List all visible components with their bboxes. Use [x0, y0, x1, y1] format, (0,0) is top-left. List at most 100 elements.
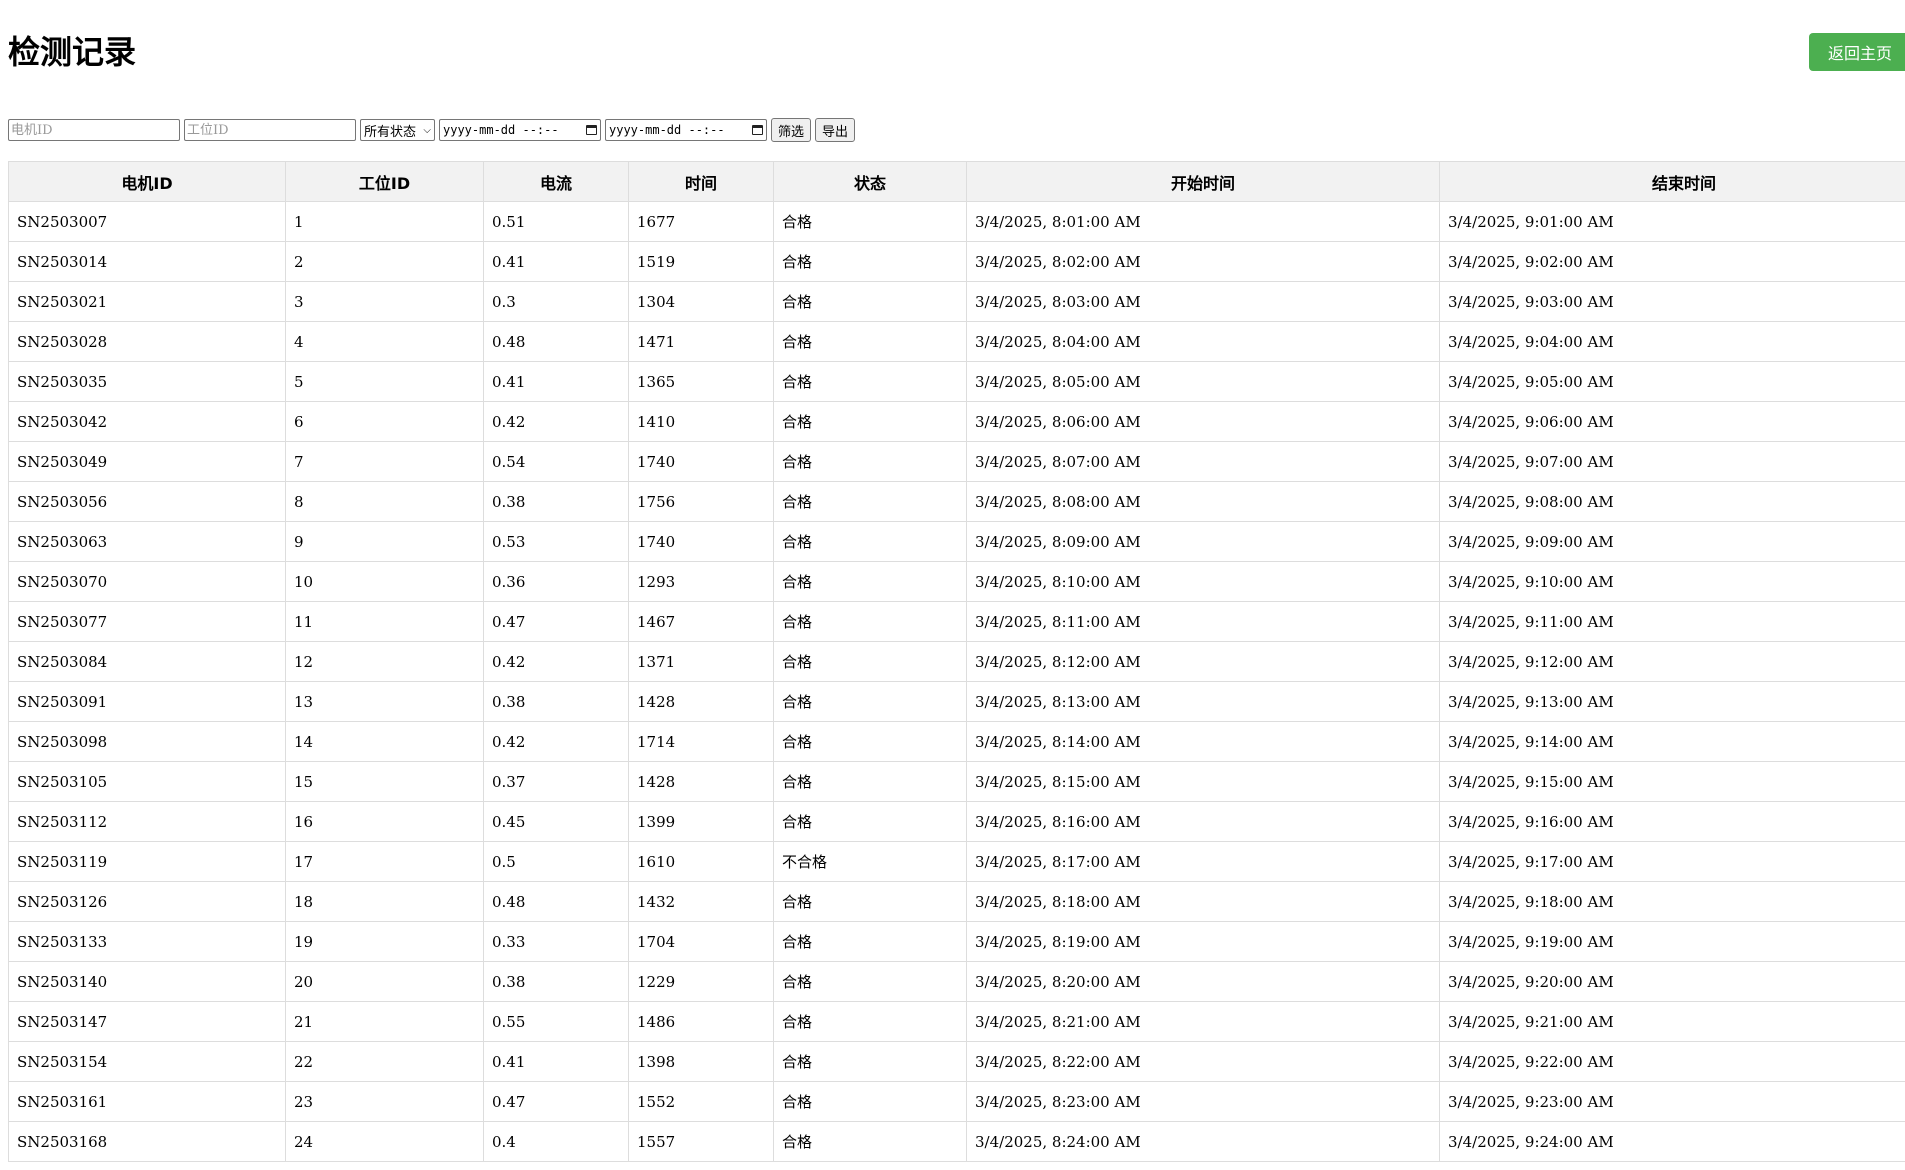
cell-time: 1704 — [628, 921, 774, 962]
cell-start-time: 3/4/2025, 8:14:00 AM — [966, 721, 1440, 762]
filter-bar: 所有状态 ⌵ yyyy-mm-dd --:-- yyyy-mm-dd --:--… — [8, 118, 859, 142]
status-select[interactable]: 所有状态 ⌵ — [360, 119, 435, 141]
cell-start-time: 3/4/2025, 8:18:00 AM — [966, 881, 1440, 922]
cell-current: 0.42 — [483, 401, 629, 442]
cell-status: 不合格 — [773, 841, 967, 882]
cell-station-id: 22 — [285, 1041, 484, 1082]
table-row: SN2503021 3 0.3 1304 合格 3/4/2025, 8:03:00 AM 3… — [8, 281, 1905, 322]
cell-start-time: 3/4/2025, 8:04:00 AM — [966, 321, 1440, 362]
cell-motor-id: SN2503035 — [8, 361, 286, 402]
cell-start-time: 3/4/2025, 8:11:00 AM — [966, 601, 1440, 642]
cell-status: 合格 — [773, 1081, 967, 1122]
cell-current: 0.45 — [483, 801, 629, 842]
cell-start-time: 3/4/2025, 8:01:00 AM — [966, 201, 1440, 242]
cell-end-time: 3/4/2025, 9:12:00 AM — [1439, 641, 1905, 682]
cell-end-time: 3/4/2025, 9:04:00 AM — [1439, 321, 1905, 362]
column-header-status: 状态 — [773, 161, 967, 202]
cell-current: 0.51 — [483, 201, 629, 242]
table-row: SN2503133 19 0.33 1704 合格 3/4/2025, 8:19:00 A… — [8, 921, 1905, 962]
cell-end-time: 3/4/2025, 9:15:00 AM — [1439, 761, 1905, 802]
cell-station-id: 2 — [285, 241, 484, 282]
cell-current: 0.47 — [483, 1081, 629, 1122]
cell-station-id: 18 — [285, 881, 484, 922]
table-body: SN2503007 1 0.51 1677 合格 3/4/2025, 8:01:00 AM… — [8, 201, 1905, 1162]
cell-current: 0.33 — [483, 921, 629, 962]
cell-end-time: 3/4/2025, 9:17:00 AM — [1439, 841, 1905, 882]
cell-status: 合格 — [773, 921, 967, 962]
cell-end-time: 3/4/2025, 9:07:00 AM — [1439, 441, 1905, 482]
cell-station-id: 1 — [285, 201, 484, 242]
cell-status: 合格 — [773, 1041, 967, 1082]
cell-end-time: 3/4/2025, 9:19:00 AM — [1439, 921, 1905, 962]
station-id-input[interactable] — [184, 119, 356, 141]
cell-current: 0.48 — [483, 881, 629, 922]
cell-station-id: 11 — [285, 601, 484, 642]
cell-status: 合格 — [773, 441, 967, 482]
table-row: SN2503105 15 0.37 1428 合格 3/4/2025, 8:15:00 A… — [8, 761, 1905, 802]
calendar-icon[interactable] — [586, 125, 597, 135]
cell-time: 1304 — [628, 281, 774, 322]
end-datetime-input[interactable]: yyyy-mm-dd --:-- — [605, 119, 767, 141]
cell-end-time: 3/4/2025, 9:18:00 AM — [1439, 881, 1905, 922]
cell-current: 0.48 — [483, 321, 629, 362]
start-datetime-placeholder: yyyy-mm-dd --:-- — [443, 123, 559, 137]
cell-current: 0.42 — [483, 721, 629, 762]
cell-end-time: 3/4/2025, 9:05:00 AM — [1439, 361, 1905, 402]
table-row: SN2503014 2 0.41 1519 合格 3/4/2025, 8:02:00 AM… — [8, 241, 1905, 282]
table-row: SN2503063 9 0.53 1740 合格 3/4/2025, 8:09:00 AM… — [8, 521, 1905, 562]
cell-station-id: 21 — [285, 1001, 484, 1042]
cell-start-time: 3/4/2025, 8:03:00 AM — [966, 281, 1440, 322]
table-row: SN2503161 23 0.47 1552 合格 3/4/2025, 8:23:00 A… — [8, 1081, 1905, 1122]
cell-motor-id: SN2503091 — [8, 681, 286, 722]
cell-time: 1467 — [628, 601, 774, 642]
motor-id-input[interactable] — [8, 119, 180, 141]
cell-end-time: 3/4/2025, 9:21:00 AM — [1439, 1001, 1905, 1042]
filter-button[interactable]: 筛选 — [771, 118, 812, 142]
cell-motor-id: SN2503063 — [8, 521, 286, 562]
cell-time: 1677 — [628, 201, 774, 242]
cell-start-time: 3/4/2025, 8:24:00 AM — [966, 1121, 1440, 1162]
cell-end-time: 3/4/2025, 9:10:00 AM — [1439, 561, 1905, 602]
cell-current: 0.41 — [483, 361, 629, 402]
cell-current: 0.38 — [483, 961, 629, 1002]
cell-status: 合格 — [773, 561, 967, 602]
cell-time: 1610 — [628, 841, 774, 882]
cell-motor-id: SN2503168 — [8, 1121, 286, 1162]
cell-motor-id: SN2503147 — [8, 1001, 286, 1042]
cell-start-time: 3/4/2025, 8:13:00 AM — [966, 681, 1440, 722]
cell-station-id: 17 — [285, 841, 484, 882]
cell-time: 1486 — [628, 1001, 774, 1042]
cell-time: 1293 — [628, 561, 774, 602]
return-home-button[interactable]: 返回主页 — [1809, 33, 1905, 71]
table-row: SN2503126 18 0.48 1432 合格 3/4/2025, 8:18:00 A… — [8, 881, 1905, 922]
calendar-icon[interactable] — [752, 125, 763, 135]
cell-end-time: 3/4/2025, 9:01:00 AM — [1439, 201, 1905, 242]
cell-motor-id: SN2503126 — [8, 881, 286, 922]
cell-motor-id: SN2503112 — [8, 801, 286, 842]
column-header-end-time: 结束时间 — [1439, 161, 1905, 202]
cell-time: 1519 — [628, 241, 774, 282]
cell-motor-id: SN2503133 — [8, 921, 286, 962]
cell-time: 1552 — [628, 1081, 774, 1122]
cell-end-time: 3/4/2025, 9:09:00 AM — [1439, 521, 1905, 562]
export-button[interactable]: 导出 — [815, 118, 856, 142]
cell-station-id: 4 — [285, 321, 484, 362]
cell-station-id: 10 — [285, 561, 484, 602]
start-datetime-input[interactable]: yyyy-mm-dd --:-- — [439, 119, 601, 141]
cell-motor-id: SN2503077 — [8, 601, 286, 642]
cell-motor-id: SN2503084 — [8, 641, 286, 682]
cell-status: 合格 — [773, 401, 967, 442]
cell-end-time: 3/4/2025, 9:22:00 AM — [1439, 1041, 1905, 1082]
cell-current: 0.5 — [483, 841, 629, 882]
cell-motor-id: SN2503098 — [8, 721, 286, 762]
cell-time: 1410 — [628, 401, 774, 442]
cell-end-time: 3/4/2025, 9:06:00 AM — [1439, 401, 1905, 442]
cell-start-time: 3/4/2025, 8:15:00 AM — [966, 761, 1440, 802]
cell-time: 1428 — [628, 761, 774, 802]
cell-status: 合格 — [773, 321, 967, 362]
cell-time: 1399 — [628, 801, 774, 842]
cell-start-time: 3/4/2025, 8:17:00 AM — [966, 841, 1440, 882]
table-row: SN2503007 1 0.51 1677 合格 3/4/2025, 8:01:00 AM… — [8, 201, 1905, 242]
column-header-motor-id: 电机ID — [8, 161, 286, 202]
cell-station-id: 15 — [285, 761, 484, 802]
